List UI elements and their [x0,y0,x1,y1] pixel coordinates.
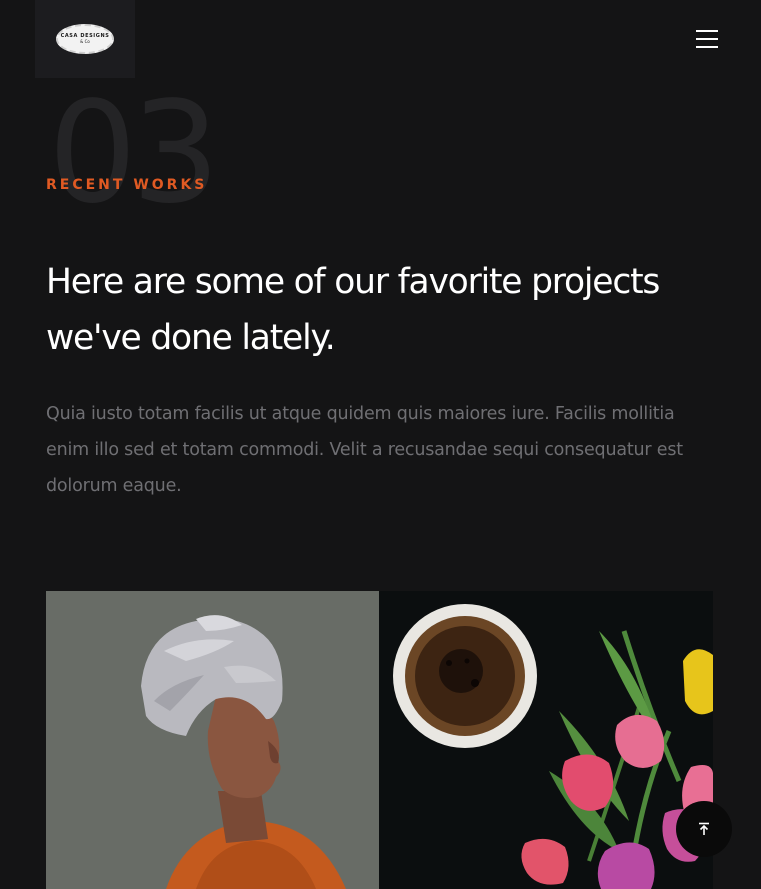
arrow-up-to-line-icon [699,822,709,835]
section-lead: Quia iusto totam facilis ut atque quidem… [46,404,683,496]
section-headline: Here are some of our favorite projects w… [46,262,660,358]
back-to-top-button[interactable] [676,801,732,857]
section-eyebrow: RECENT WORKS [46,177,208,193]
logo-link[interactable]: CASA DESIGNS & Co [35,0,135,78]
coffee-tulips-image [379,591,713,889]
menu-button[interactable] [695,28,721,50]
work-item-coffee-tulips[interactable] [379,591,713,889]
page: CASA DESIGNS & Co 03 RECENT WORKS Here a… [0,0,761,889]
portrait-image [46,591,379,889]
work-item-portrait[interactable] [46,591,379,889]
logo-sub: & Co [80,39,90,44]
section-number: 03 [48,72,220,235]
hamburger-icon [696,30,718,32]
logo: CASA DESIGNS & Co [56,24,114,54]
